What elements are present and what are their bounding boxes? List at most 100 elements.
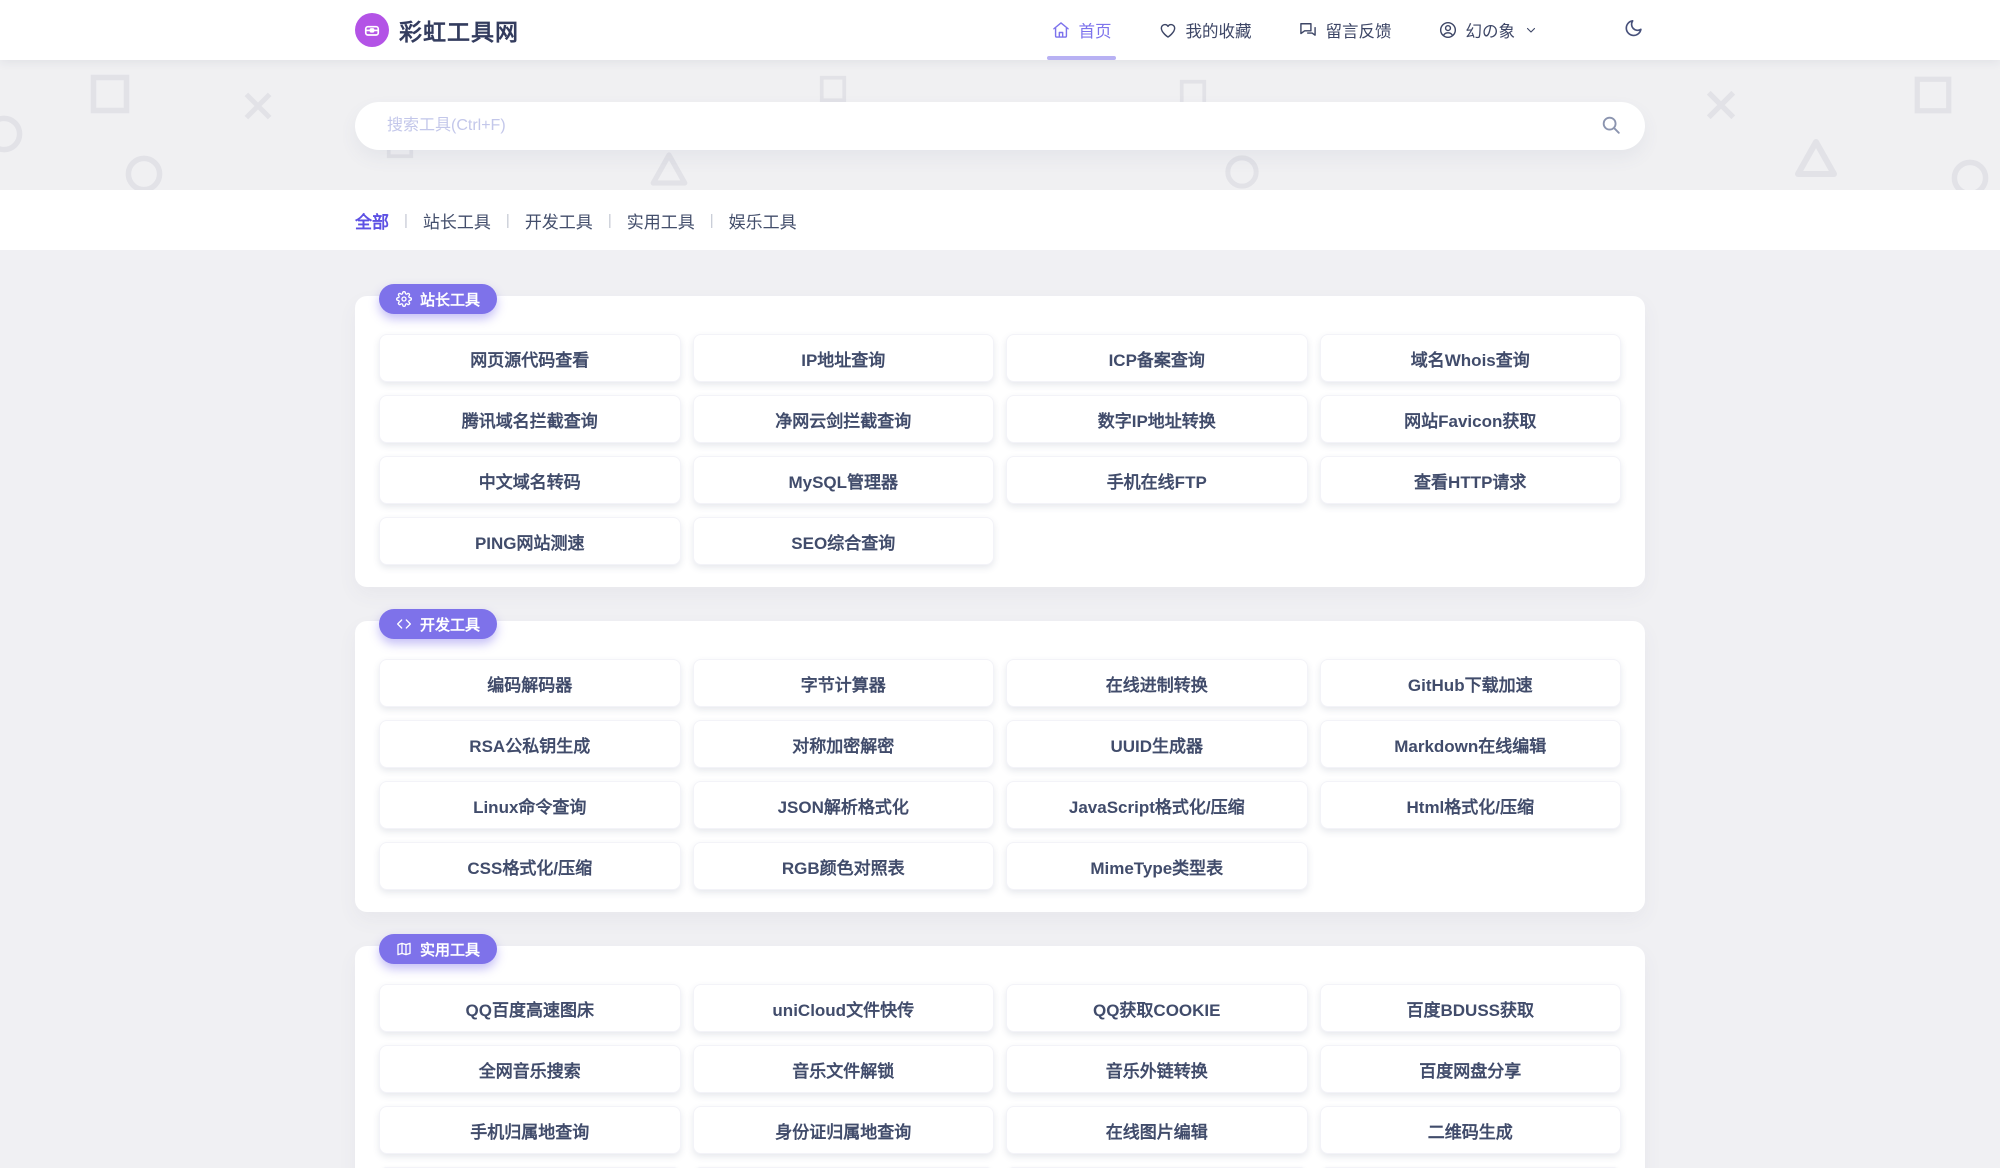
tool-grid: 编码解码器 字节计算器 在线进制转换 GitHub下载加速 RSA公私钥生成 对称加密解密… [379, 659, 1621, 890]
tool-button[interactable]: CSS格式化/压缩 [379, 842, 681, 890]
user-icon [1438, 20, 1458, 40]
tool-button[interactable]: JSON解析格式化 [692, 781, 994, 829]
category-filterbar: 全部 | 站长工具 | 开发工具 | 实用工具 | 娱乐工具 [0, 190, 2000, 250]
tool-button[interactable]: 在线进制转换 [1006, 659, 1308, 707]
tool-button[interactable]: Linux命令查询 [379, 781, 681, 829]
tool-button[interactable]: 域名Whois查询 [1319, 334, 1621, 382]
filter-item-3[interactable]: 实用工具 [627, 208, 695, 233]
tool-button[interactable]: 百度BDUSS获取 [1319, 984, 1621, 1032]
moon-icon [1623, 17, 1645, 44]
nav-item-feedback[interactable]: 留言反馈 [1298, 0, 1392, 60]
circle-shape-icon [1222, 152, 1262, 190]
nav-item-user-menu[interactable]: 幻の象 [1438, 0, 1538, 60]
sections: 站长工具网页源代码查看 IP地址查询 ICP备案查询 域名Whois查询腾讯域名拦截查… [355, 284, 1645, 1168]
search-input[interactable] [355, 102, 1645, 150]
tool-button[interactable]: 音乐文件解锁 [692, 1045, 994, 1093]
category-filters: 全部 | 站长工具 | 开发工具 | 实用工具 | 娱乐工具 [355, 190, 1645, 250]
section-title: 站长工具 [420, 291, 481, 309]
tool-button[interactable]: 查看HTTP请求 [1319, 456, 1621, 504]
filter-separator: | [709, 211, 714, 229]
search-hero [0, 60, 2000, 190]
filter-separator: | [607, 211, 612, 229]
home-icon [1051, 20, 1071, 40]
tool-button[interactable]: Html格式化/压缩 [1319, 781, 1621, 829]
section-title: 实用工具 [420, 941, 481, 959]
feedback-icon [1298, 20, 1318, 40]
nav-item-label: 留言反馈 [1325, 23, 1392, 41]
x-shape-icon [238, 86, 278, 126]
tool-button[interactable]: Markdown在线编辑 [1319, 720, 1621, 768]
x-shape-icon [1700, 84, 1742, 126]
tool-button[interactable]: 百度网盘分享 [1319, 1045, 1621, 1093]
filter-item-2[interactable]: 开发工具 [525, 208, 593, 233]
section-card-utility-tools: 实用工具 QQ百度高速图床 uniCloud文件快传 QQ获取COOKIE 百度BDUS… [355, 934, 1645, 1168]
section-badge-webmaster-tools: 站长工具 [379, 284, 498, 314]
brand[interactable]: 彩虹工具网 [355, 13, 519, 47]
section-badge-dev-tools: 开发工具 [379, 609, 498, 639]
nav-item-label: 首页 [1078, 23, 1112, 41]
tool-button[interactable]: QQ获取COOKIE [1006, 984, 1308, 1032]
tool-button[interactable]: ICP备案查询 [1006, 334, 1308, 382]
nav-menu: 首页 我的收藏 留言反馈 幻の象 [1046, 0, 1646, 60]
circle-shape-icon [0, 112, 26, 156]
square-shape-icon [88, 72, 132, 116]
search-button[interactable] [1599, 114, 1623, 138]
tool-button[interactable]: 身份证归属地查询 [692, 1106, 994, 1154]
tool-button[interactable]: 手机归属地查询 [379, 1106, 681, 1154]
chevron-down-icon [1523, 24, 1537, 36]
section-badge-utility-tools: 实用工具 [379, 934, 498, 964]
circle-shape-icon [1948, 156, 1992, 190]
top-navbar: 彩虹工具网 首页 我的收藏 留言反馈 幻の象 [0, 0, 2000, 60]
tool-button[interactable]: 编码解码器 [379, 659, 681, 707]
tool-button[interactable]: 手机在线FTP [1006, 456, 1308, 504]
tool-button[interactable]: JavaScript格式化/压缩 [1006, 781, 1308, 829]
search-icon [1600, 116, 1622, 139]
tool-button[interactable]: 数字IP地址转换 [1006, 395, 1308, 443]
tool-button[interactable]: RGB颜色对照表 [692, 842, 994, 890]
section-title: 开发工具 [420, 616, 481, 634]
tool-button[interactable]: 净网云剑拦截查询 [692, 395, 994, 443]
tool-button[interactable]: IP地址查询 [692, 334, 994, 382]
search-box [355, 102, 1645, 150]
nav-item-label: 我的收藏 [1185, 23, 1252, 41]
tool-button[interactable]: 二维码生成 [1319, 1106, 1621, 1154]
tool-grid: 网页源代码查看 IP地址查询 ICP备案查询 域名Whois查询腾讯域名拦截查询 净网云… [379, 334, 1621, 565]
tool-button[interactable]: MimeType类型表 [1006, 842, 1308, 890]
tool-button[interactable]: uniCloud文件快传 [692, 984, 994, 1032]
main-content: 站长工具网页源代码查看 IP地址查询 ICP备案查询 域名Whois查询腾讯域名拦截查… [0, 250, 2000, 1168]
filter-item-0[interactable]: 全部 [355, 208, 389, 233]
tool-button[interactable]: 网站Favicon获取 [1319, 395, 1621, 443]
section-card-webmaster-tools: 站长工具网页源代码查看 IP地址查询 ICP备案查询 域名Whois查询腾讯域名拦截查… [355, 284, 1645, 587]
tool-button[interactable]: 网页源代码查看 [379, 334, 681, 382]
filter-separator: | [505, 211, 510, 229]
nav-item-home[interactable]: 首页 [1046, 0, 1116, 60]
filter-item-4[interactable]: 娱乐工具 [729, 208, 797, 233]
nav-item-label: 幻の象 [1465, 23, 1516, 41]
tool-button[interactable]: SEO综合查询 [692, 517, 994, 565]
tool-button[interactable]: RSA公私钥生成 [379, 720, 681, 768]
circle-shape-icon [122, 152, 166, 190]
tool-button[interactable]: 在线图片编辑 [1006, 1106, 1308, 1154]
tool-button[interactable]: UUID生成器 [1006, 720, 1308, 768]
tool-button[interactable]: 全网音乐搜索 [379, 1045, 681, 1093]
tool-button[interactable]: 对称加密解密 [692, 720, 994, 768]
site-title: 彩虹工具网 [399, 19, 519, 45]
tool-button[interactable]: MySQL管理器 [692, 456, 994, 504]
tool-button[interactable]: GitHub下载加速 [1319, 659, 1621, 707]
triangle-shape-icon [648, 148, 690, 190]
heart-icon [1158, 20, 1178, 40]
tool-grid: QQ百度高速图床 uniCloud文件快传 QQ获取COOKIE 百度BDUSS获取全… [379, 984, 1621, 1168]
tool-button[interactable]: PING网站测速 [379, 517, 681, 565]
dark-mode-toggle[interactable] [1623, 17, 1645, 44]
map-icon [396, 941, 412, 957]
tool-button[interactable]: 字节计算器 [692, 659, 994, 707]
square-shape-icon [1912, 74, 1954, 116]
filter-separator: | [404, 211, 408, 229]
nav-item-favorites[interactable]: 我的收藏 [1158, 0, 1252, 60]
code-icon [396, 616, 412, 632]
filter-item-1[interactable]: 站长工具 [423, 208, 491, 233]
tool-button[interactable]: 音乐外链转换 [1006, 1045, 1308, 1093]
tool-button[interactable]: 腾讯域名拦截查询 [379, 395, 681, 443]
tool-button[interactable]: QQ百度高速图床 [379, 984, 681, 1032]
tool-button[interactable]: 中文域名转码 [379, 456, 681, 504]
